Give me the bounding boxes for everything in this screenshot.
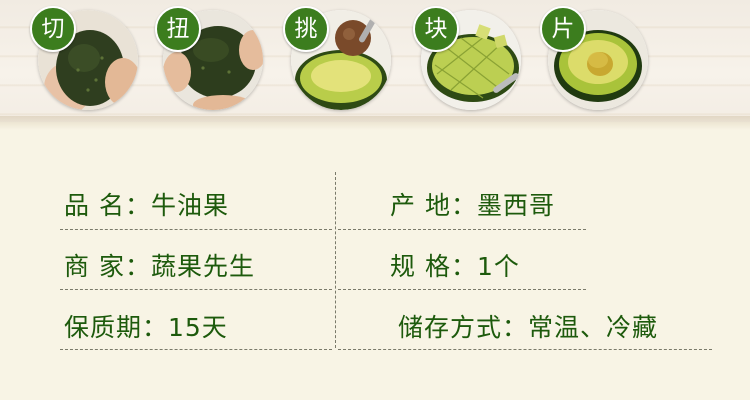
column-divider: [335, 172, 336, 348]
product-merchant: 商 家：蔬果先生: [64, 252, 255, 281]
row-divider: [60, 349, 332, 350]
product-origin: 产 地：墨西哥: [390, 191, 555, 220]
row-divider: [60, 229, 332, 230]
row-divider: [338, 289, 586, 290]
product-spec: 规 格：1个: [390, 252, 520, 281]
product-shelf-life: 保质期：15天: [64, 313, 228, 342]
product-info-table: 品 名：牛油果 产 地：墨西哥 商 家：蔬果先生 规 格：1个 保质期：15天 …: [0, 0, 750, 400]
row-divider: [338, 349, 712, 350]
product-name: 品 名：牛油果: [64, 191, 229, 220]
product-storage: 储存方式：常温、冷藏: [398, 313, 659, 342]
row-divider: [338, 229, 586, 230]
row-divider: [60, 289, 332, 290]
